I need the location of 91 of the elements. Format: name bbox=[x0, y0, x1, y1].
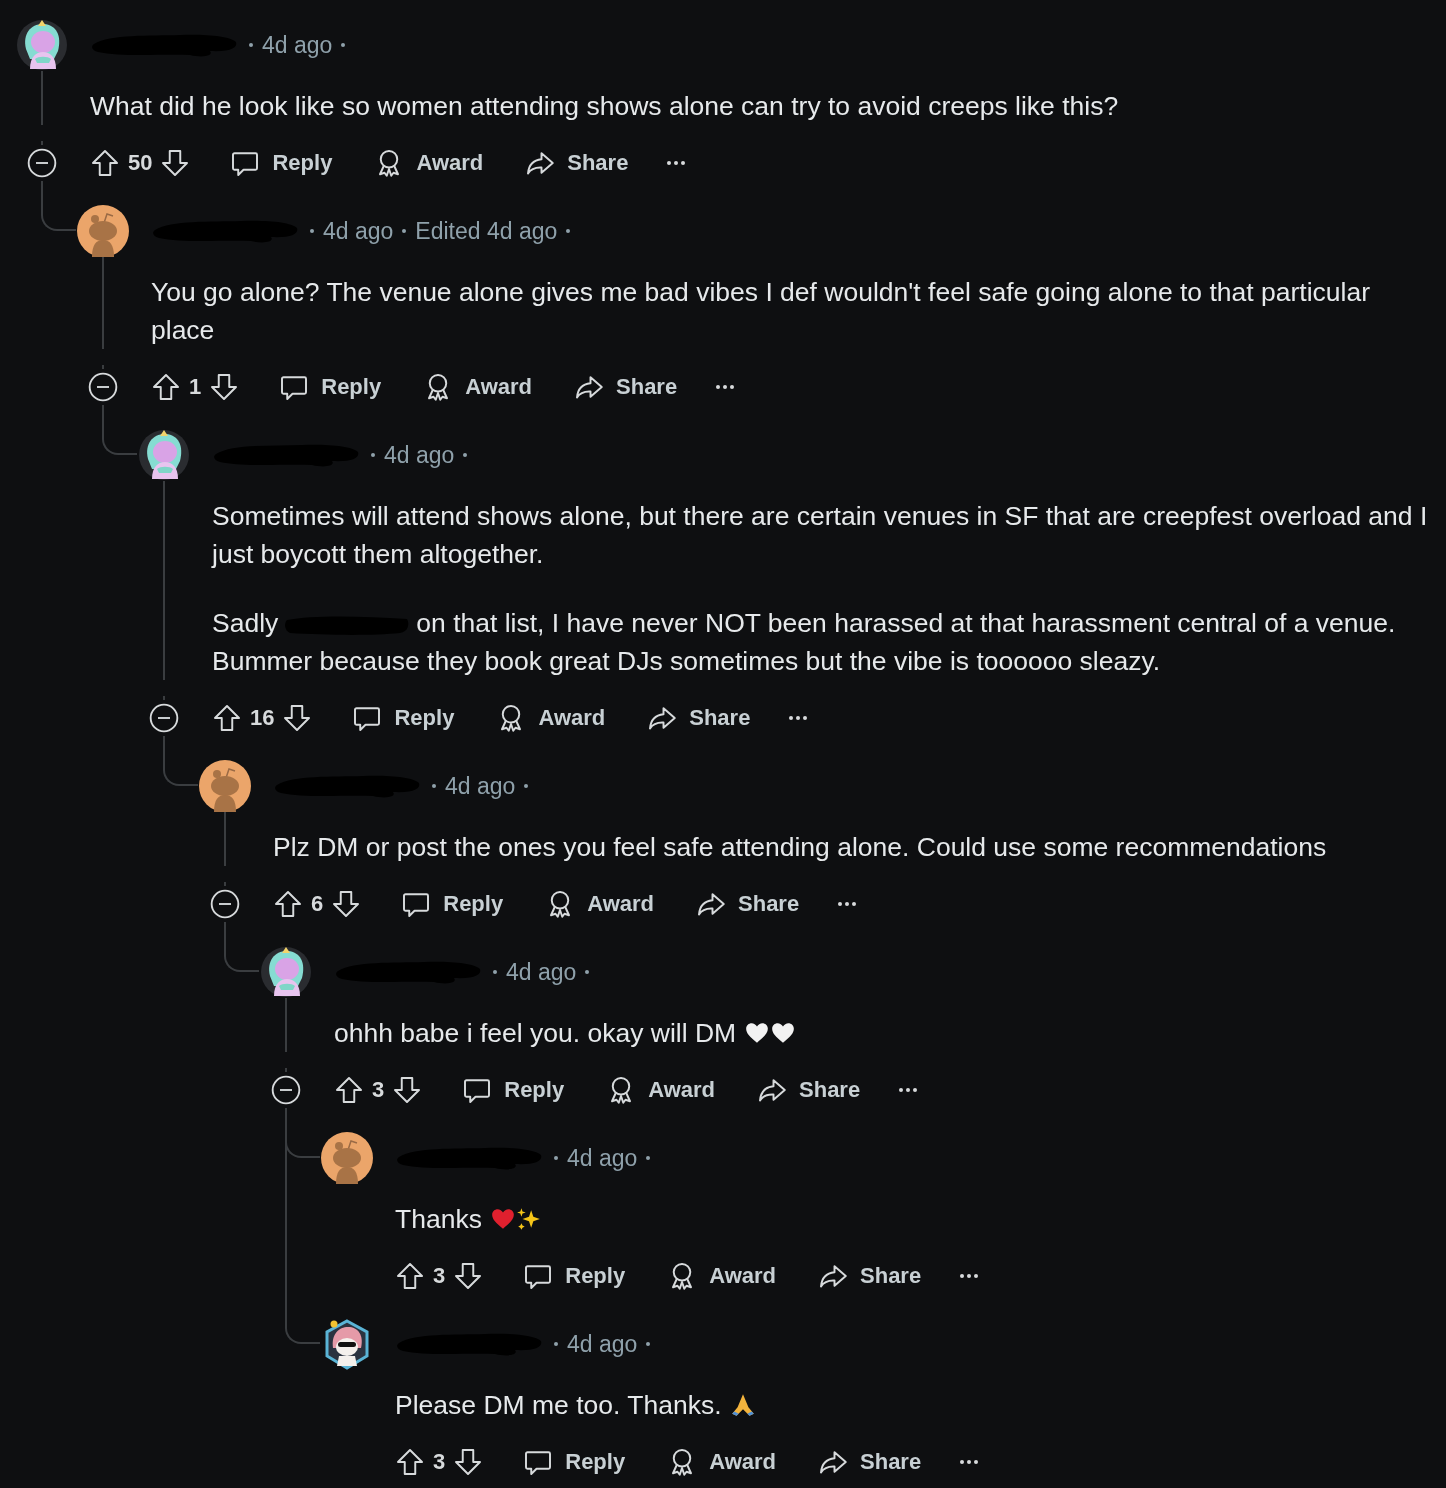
reply-button[interactable]: Reply bbox=[389, 885, 516, 923]
share-button[interactable]: Share bbox=[635, 699, 763, 737]
separator-dot bbox=[493, 970, 497, 974]
award-button[interactable]: Award bbox=[655, 1257, 788, 1295]
vote-count: 1 bbox=[189, 374, 202, 400]
downvote-icon[interactable] bbox=[453, 1261, 484, 1291]
thread-connector bbox=[41, 185, 76, 231]
more-icon bbox=[666, 160, 687, 166]
reply-button[interactable]: Reply bbox=[511, 1443, 638, 1481]
avatar-icon[interactable] bbox=[77, 205, 129, 257]
downvote-icon[interactable] bbox=[282, 703, 313, 733]
downvote-icon[interactable] bbox=[331, 889, 362, 919]
vote-count: 16 bbox=[250, 705, 275, 731]
avatar-icon[interactable] bbox=[199, 760, 251, 812]
upvote-icon[interactable] bbox=[395, 1447, 425, 1477]
share-button[interactable]: Share bbox=[806, 1443, 934, 1481]
more-icon bbox=[788, 715, 809, 721]
timestamp: 4d ago bbox=[384, 441, 455, 469]
share-button[interactable]: Share bbox=[562, 368, 690, 406]
comment-text: Sometimes will attend shows alone, but there are certain venues in SF that are creepfest overload and I just boycott them altogether. bbox=[212, 500, 1429, 571]
upvote-icon[interactable] bbox=[334, 1075, 364, 1105]
separator-dot bbox=[524, 784, 529, 788]
avatar-icon[interactable] bbox=[16, 19, 68, 71]
downvote-icon[interactable] bbox=[160, 148, 191, 178]
award-button[interactable]: Award bbox=[411, 368, 544, 406]
award-button[interactable]: Award bbox=[362, 144, 496, 182]
separator-dot bbox=[432, 784, 436, 788]
downvote-icon[interactable] bbox=[209, 372, 240, 402]
comment-text: You go alone? The venue alone gives me bad vibes I def wouldn't feel safe going alone to that particular place bbox=[151, 276, 1372, 347]
reply-button[interactable]: Reply bbox=[450, 1071, 577, 1109]
comment-text: Sadly on that list, I have never NOT been harassed at that harassment central of a venue. Bummer because they book great DJs sometimes but the vibe is toooooo sleazy. bbox=[212, 607, 1397, 678]
timestamp: 4d ago bbox=[567, 1144, 638, 1172]
comment-text: Please DM me too. Thanks. bbox=[395, 1386, 1430, 1424]
separator-dot bbox=[554, 1156, 558, 1160]
upvote-icon[interactable] bbox=[395, 1261, 425, 1291]
downvote-icon[interactable] bbox=[453, 1447, 484, 1477]
timestamp: 4d ago bbox=[567, 1330, 638, 1358]
vote-count: 3 bbox=[372, 1077, 385, 1103]
thread-connector bbox=[285, 1298, 320, 1344]
share-button[interactable]: Share bbox=[684, 885, 812, 923]
avatar-icon[interactable] bbox=[260, 946, 312, 998]
comment-text: What did he look like so women attending shows alone can try to avoid creeps like this? bbox=[90, 90, 1120, 123]
award-button[interactable]: Award bbox=[594, 1071, 727, 1109]
more-icon bbox=[959, 1459, 980, 1465]
thread-connector bbox=[224, 926, 259, 972]
separator-dot bbox=[249, 43, 253, 47]
share-button[interactable]: Share bbox=[745, 1071, 873, 1109]
more-icon bbox=[959, 1273, 980, 1279]
vote-count: 6 bbox=[311, 891, 324, 917]
separator-dot bbox=[646, 1156, 651, 1160]
separator-dot bbox=[402, 229, 407, 233]
reply-button[interactable]: Reply bbox=[340, 699, 467, 737]
upvote-icon[interactable] bbox=[151, 372, 181, 402]
comment-text: Plz DM or post the ones you feel safe attending alone. Could use some recommendations bbox=[273, 831, 1328, 864]
upvote-icon[interactable] bbox=[90, 148, 120, 178]
vote-count: 3 bbox=[433, 1449, 446, 1475]
thread-connector bbox=[163, 740, 198, 786]
vote-count: 3 bbox=[433, 1263, 446, 1289]
avatar-icon[interactable] bbox=[138, 429, 190, 481]
award-button[interactable]: Award bbox=[533, 885, 666, 923]
comment-text: ohhh babe i feel you. okay will DM bbox=[334, 1014, 1430, 1052]
separator-dot bbox=[646, 1342, 651, 1346]
edited-label: Edited 4d ago bbox=[415, 217, 558, 245]
separator-dot bbox=[310, 229, 314, 233]
more-icon bbox=[715, 384, 736, 390]
thread-connector bbox=[102, 409, 137, 455]
timestamp: 4d ago bbox=[445, 772, 516, 800]
reply-button[interactable]: Reply bbox=[267, 368, 394, 406]
avatar-icon[interactable] bbox=[321, 1132, 373, 1184]
separator-dot bbox=[463, 453, 468, 457]
comment-text: Thanks bbox=[395, 1200, 1430, 1238]
downvote-icon[interactable] bbox=[392, 1075, 423, 1105]
award-button[interactable]: Award bbox=[655, 1443, 788, 1481]
upvote-icon[interactable] bbox=[212, 703, 242, 733]
timestamp: 4d ago bbox=[506, 958, 577, 986]
separator-dot bbox=[585, 970, 590, 974]
reply-button[interactable]: Reply bbox=[511, 1257, 638, 1295]
share-button[interactable]: Share bbox=[513, 144, 641, 182]
separator-dot bbox=[371, 453, 375, 457]
share-button[interactable]: Share bbox=[806, 1257, 934, 1295]
award-button[interactable]: Award bbox=[484, 699, 618, 737]
more-icon bbox=[837, 901, 858, 907]
separator-dot bbox=[554, 1342, 558, 1346]
separator-dot bbox=[341, 43, 346, 47]
separator-dot bbox=[566, 229, 571, 233]
more-icon bbox=[898, 1087, 919, 1093]
timestamp: 4d ago bbox=[262, 31, 333, 59]
vote-count: 50 bbox=[128, 150, 153, 176]
timestamp: 4d ago bbox=[323, 217, 394, 245]
upvote-icon[interactable] bbox=[273, 889, 303, 919]
reply-button[interactable]: Reply bbox=[218, 144, 345, 182]
